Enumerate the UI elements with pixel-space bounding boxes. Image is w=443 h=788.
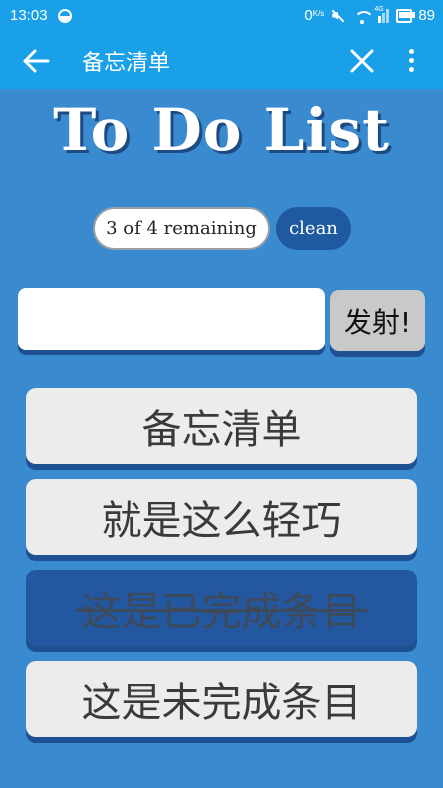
mute-icon xyxy=(330,9,346,23)
remaining-counter: 3 of 4 remaining xyxy=(93,207,270,250)
back-button[interactable] xyxy=(22,48,50,74)
todo-item-text: 就是这么轻巧 xyxy=(101,498,342,544)
signal-icon: 4G xyxy=(374,5,390,23)
more-options-button[interactable] xyxy=(400,46,424,76)
todo-item-completed[interactable]: 这是已完成条目 xyxy=(26,570,417,646)
todo-item-text: 备忘清单 xyxy=(141,407,302,453)
status-bar: 13:03 0K/s 4G 89 xyxy=(0,0,443,32)
app-bar-title: 备忘清单 xyxy=(82,51,171,76)
more-dot-icon xyxy=(409,49,414,54)
battery-level: 89 xyxy=(418,7,435,24)
submit-button[interactable]: 发射! xyxy=(330,290,425,351)
todo-item-text: 这是已完成条目 xyxy=(75,579,368,637)
wifi-icon xyxy=(352,9,375,24)
todo-input[interactable] xyxy=(18,288,325,350)
data-saver-icon xyxy=(58,9,72,23)
page-heading: To Do List xyxy=(53,96,390,164)
status-indicators: 0K/s 4G 89 xyxy=(304,5,435,25)
close-icon xyxy=(350,49,374,73)
todo-item[interactable]: 备忘清单 xyxy=(26,388,417,464)
status-time: 13:03 xyxy=(10,7,48,24)
battery-icon xyxy=(396,9,416,23)
signal-label: 4G xyxy=(374,5,384,13)
app-bar: 备忘清单 xyxy=(0,32,443,89)
net-speed: 0K/s xyxy=(304,7,324,24)
todo-item-text: 这是未完成条目 xyxy=(81,680,362,726)
more-dot-icon xyxy=(409,67,414,72)
todo-item[interactable]: 就是这么轻巧 xyxy=(26,479,417,555)
arrow-left-icon xyxy=(23,49,50,73)
net-speed-value: 0 xyxy=(304,7,313,24)
close-button[interactable] xyxy=(347,46,377,76)
net-speed-unit: K/s xyxy=(312,9,325,18)
todo-item[interactable]: 这是未完成条目 xyxy=(26,661,417,737)
more-dot-icon xyxy=(409,58,414,63)
clean-button[interactable]: clean xyxy=(276,207,351,250)
